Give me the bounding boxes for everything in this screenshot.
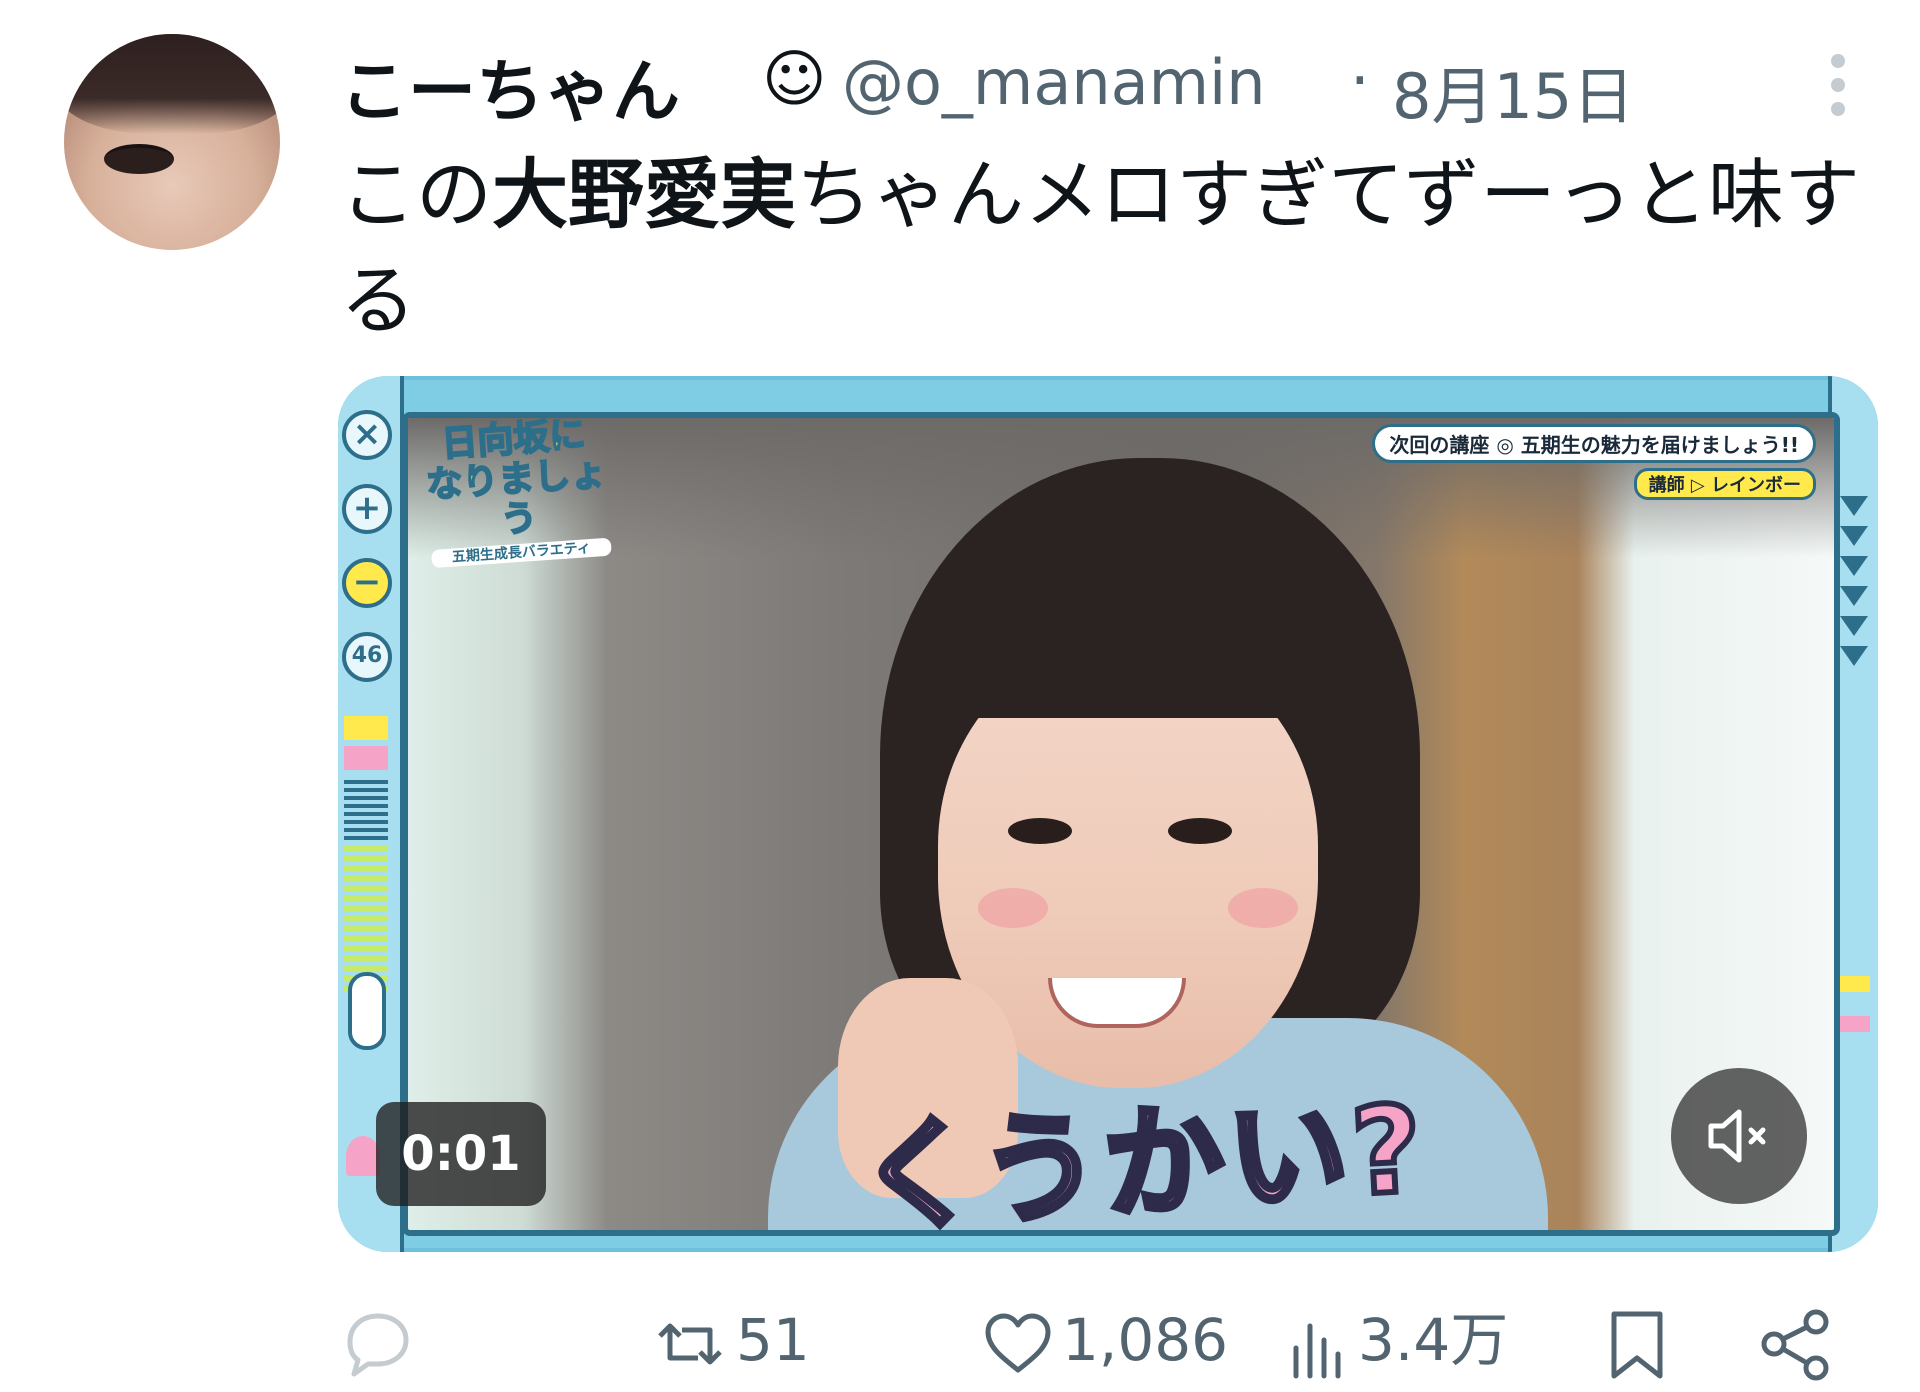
show-logo: 日向坂に なりましょう 五期生成長バラエティ (412, 413, 619, 569)
tweet-text-part1: この (340, 150, 492, 239)
triangle-icon (1840, 526, 1868, 546)
person-eye (1168, 818, 1232, 844)
user-handle[interactable]: @o_manamin (842, 46, 1266, 119)
heart-icon (985, 1313, 1051, 1373)
triangle-icon (1840, 586, 1868, 606)
smiley-emoji-icon: ☺ (762, 42, 827, 115)
views-count: 3.4万 (1358, 1306, 1509, 1374)
reply-icon (347, 1313, 409, 1377)
frame-stripe (344, 716, 388, 740)
triangle-icon (1840, 616, 1868, 636)
avatar[interactable] (64, 34, 280, 250)
speaker-muted-icon (1708, 1109, 1766, 1163)
display-name[interactable]: こーちゃん (340, 36, 680, 135)
like-button[interactable]: 1,086 (980, 1300, 1270, 1380)
frame-stripe (1836, 976, 1870, 992)
triangle-icon (1840, 556, 1868, 576)
person-eye (1008, 818, 1072, 844)
tweet-text-highlight: 大野愛実 (492, 150, 796, 239)
avatar-eye (104, 144, 174, 174)
frame-stripe (344, 746, 388, 770)
video-player[interactable]: × + − 46 日向坂に なりましょう 五期生成長バラエティ 次回の講座 ◎ … (338, 376, 1878, 1252)
tweet-header: こーちゃん ☺ @o_manamin · 8月15日 (340, 30, 1900, 133)
minus-icon: − (342, 558, 392, 608)
share-button[interactable] (1758, 1300, 1834, 1381)
frame-stripe (344, 780, 388, 840)
channel-badge: 46 (342, 632, 392, 682)
like-count: 1,086 (1062, 1306, 1229, 1374)
triangle-icon (1840, 496, 1868, 516)
mute-button[interactable] (1671, 1068, 1807, 1204)
next-lesson-banner: 次回の講座 ◎ 五期生の魅力を届けましょう!! (1372, 424, 1816, 463)
close-icon: × (342, 410, 392, 460)
more-options-icon[interactable] (1818, 44, 1858, 144)
views-button[interactable]: 3.4万 (1288, 1300, 1538, 1380)
tweet-date[interactable]: 8月15日 (1392, 46, 1634, 136)
separator-dot: · (1350, 44, 1370, 117)
person-cheek (1228, 888, 1298, 928)
share-icon (1761, 1309, 1829, 1381)
video-caption: くうかい? (852, 1077, 1432, 1251)
video-timestamp: 0:01 (376, 1102, 546, 1206)
tweet-actions: 51 1,086 3.4万 (340, 1300, 1900, 1392)
frame-stripe (1836, 1016, 1870, 1032)
reply-button[interactable] (340, 1300, 430, 1380)
tweet-text: この大野愛実ちゃんメロすぎてずーっと味する (340, 142, 1880, 354)
person-fringe (928, 568, 1328, 718)
avatar-hair (64, 34, 280, 134)
retweet-button[interactable]: 51 (652, 1300, 872, 1380)
triangle-icon (1840, 646, 1868, 666)
retweet-icon (658, 1323, 722, 1365)
heart-icon (346, 1136, 380, 1176)
person-cheek (978, 888, 1048, 928)
bookmark-button[interactable] (1602, 1300, 1672, 1380)
lecturer-banner: 講師 ▷ レインボー (1633, 468, 1816, 500)
plus-icon: + (342, 484, 392, 534)
frame-toggle (348, 972, 386, 1050)
logo-line2: なりましょう (424, 452, 608, 542)
analytics-icon (1293, 1323, 1341, 1379)
retweet-count: 51 (736, 1306, 810, 1374)
bookmark-icon (1611, 1311, 1663, 1379)
